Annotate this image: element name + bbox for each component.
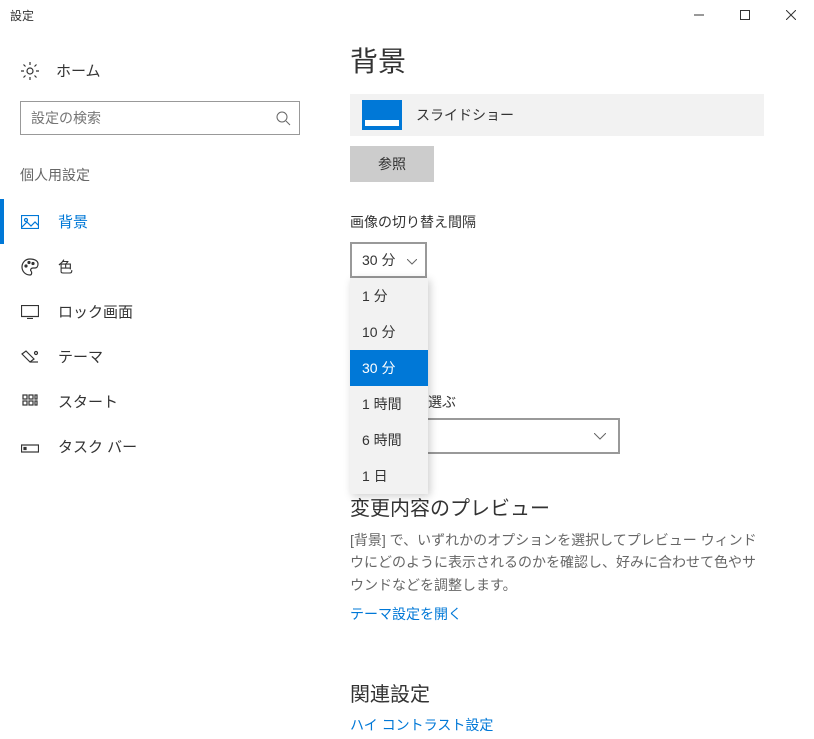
preview-description: [背景] で、いずれかのオプションを選択してプレビュー ウィンドウにどのように表… (350, 529, 764, 596)
background-type-card: スライドショー (350, 94, 764, 136)
nav-label: テーマ (58, 346, 103, 367)
window-title: 設定 (10, 7, 34, 24)
minimize-button[interactable] (676, 0, 722, 30)
gear-icon (20, 61, 40, 81)
search-icon (267, 110, 299, 126)
slideshow-label: スライドショー (416, 105, 514, 125)
nav-icon (20, 392, 40, 412)
section-header: 個人用設定 (0, 155, 320, 199)
dropdown-option[interactable]: 1 時間 (350, 386, 428, 422)
nav-icon (20, 347, 40, 367)
nav-label: ロック画面 (58, 301, 133, 322)
browse-button[interactable]: 参照 (350, 146, 434, 182)
titlebar: 設定 (0, 0, 814, 30)
search-input[interactable] (21, 110, 267, 126)
nav-item-1[interactable]: 色 (0, 244, 320, 289)
dropdown-option[interactable]: 1 日 (350, 458, 428, 494)
interval-dropdown-menu: 1 分10 分30 分1 時間6 時間1 日 (350, 278, 428, 494)
maximize-button[interactable] (722, 0, 768, 30)
nav-item-3[interactable]: テーマ (0, 334, 320, 379)
nav-item-2[interactable]: ロック画面 (0, 289, 320, 334)
related-title: 関連設定 (350, 678, 764, 707)
home-label: ホーム (56, 60, 101, 81)
home-button[interactable]: ホーム (0, 50, 320, 91)
titlebar-buttons (676, 0, 814, 30)
nav-item-5[interactable]: タスク バー (0, 424, 320, 469)
dropdown-option[interactable]: 1 分 (350, 278, 428, 314)
nav-icon (20, 257, 40, 277)
nav-label: 色 (58, 256, 73, 277)
sidebar: ホーム 個人用設定 背景色ロック画面テーマスタートタスク バー (0, 30, 320, 674)
nav-icon (20, 437, 40, 457)
content: 背景 スライドショー 参照 画像の切り替え間隔 30 分 1 分10 分30 分… (320, 30, 814, 674)
fit-label-partial: 選ぶ (428, 392, 456, 412)
nav-label: 背景 (58, 211, 88, 232)
close-button[interactable] (768, 0, 814, 30)
dropdown-option[interactable]: 10 分 (350, 314, 428, 350)
dropdown-option[interactable]: 6 時間 (350, 422, 428, 458)
monitor-icon (362, 100, 402, 130)
page-title: 背景 (350, 40, 764, 80)
chevron-down-icon (594, 427, 606, 445)
dropdown-option[interactable]: 30 分 (350, 350, 428, 386)
nav-item-4[interactable]: スタート (0, 379, 320, 424)
high-contrast-link[interactable]: ハイ コントラスト設定 (350, 715, 493, 735)
nav-icon (20, 212, 40, 232)
nav-icon (20, 302, 40, 322)
nav-label: タスク バー (58, 436, 137, 457)
nav-item-0[interactable]: 背景 (0, 199, 320, 244)
search-box[interactable] (20, 101, 300, 135)
theme-settings-link[interactable]: テーマ設定を開く (350, 604, 462, 624)
preview-title: 変更内容のプレビュー (350, 492, 764, 521)
nav-label: スタート (58, 391, 118, 412)
interval-label: 画像の切り替え間隔 (350, 212, 764, 232)
